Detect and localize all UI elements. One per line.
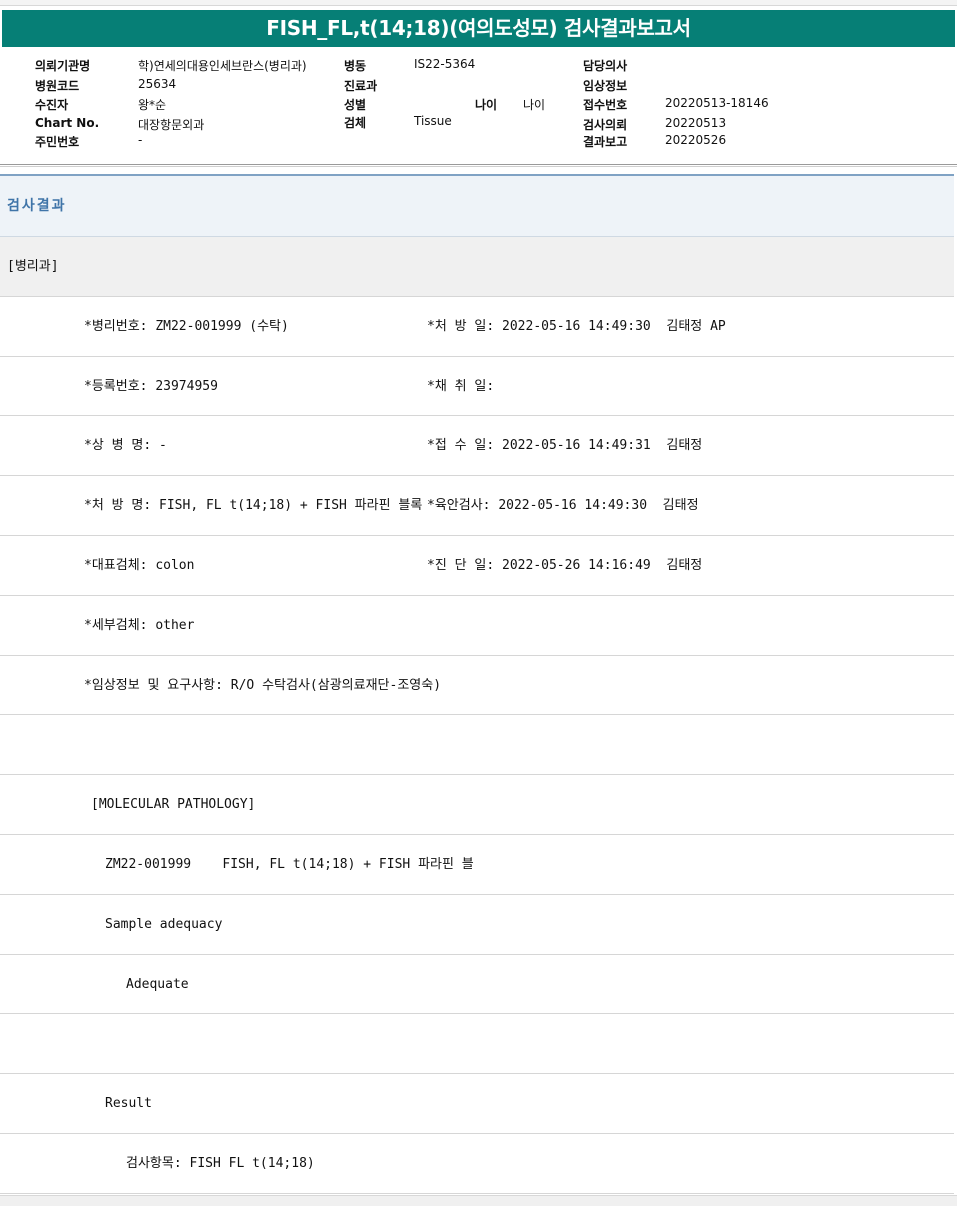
receipt-date: *접 수 일: 2022-05-16 14:49:31 김태정 bbox=[427, 438, 703, 454]
report-row: Result bbox=[0, 1074, 954, 1134]
prescribe-date: *처 방 일: 2022-05-16 14:49:30 김태정 AP bbox=[427, 318, 726, 334]
report-row: Sample adequacy bbox=[0, 895, 954, 955]
value-report-date: 20220526 bbox=[665, 133, 727, 147]
label-doctor: 담당의사 bbox=[583, 59, 628, 73]
diagnosis-name: *상 병 명: - bbox=[84, 438, 167, 454]
label-report-date: 결과보고 bbox=[583, 135, 628, 149]
report-row: ZM22-001999 FISH, FL t(14;18) + FISH 파라핀… bbox=[0, 835, 954, 895]
order-name: *처 방 명: FISH, FL t(14;18) + FISH 파라핀 블록 bbox=[84, 498, 423, 514]
test-item: 검사항목: FISH FL t(14;18) bbox=[126, 1155, 315, 1171]
value-specimen: Tissue bbox=[414, 114, 452, 128]
report-row: [병리과] bbox=[0, 237, 954, 297]
label-age: 나이 bbox=[475, 98, 498, 112]
patient-header: 의뢰기관명 병원코드 수진자 Chart No. 주민번호 학)연세의대용인세브… bbox=[0, 50, 957, 165]
value-hospital-code: 25634 bbox=[138, 77, 177, 91]
report-row: Adequate bbox=[0, 955, 954, 1015]
registration-number: *등록번호: 23974959 bbox=[84, 378, 218, 394]
label-ward: 병동 bbox=[344, 59, 367, 73]
sample-adequacy-label: Sample adequacy bbox=[105, 916, 223, 932]
sample-adequacy-value: Adequate bbox=[126, 976, 189, 992]
clinical-request: *임상정보 및 요구사항: R/O 수탁검사(삼광의료재단-조영숙) bbox=[84, 677, 442, 693]
department-heading: [병리과] bbox=[7, 259, 59, 274]
top-strip bbox=[0, 0, 957, 6]
report-row: *대표검체: colon *진 단 일: 2022-05-26 14:16:49… bbox=[0, 536, 954, 596]
value-resident-no: - bbox=[138, 133, 143, 147]
label-receipt-no: 접수번호 bbox=[583, 98, 628, 112]
report-row-empty bbox=[0, 715, 954, 776]
label-resident-no: 주민번호 bbox=[35, 135, 80, 149]
value-patient: 왕*순 bbox=[138, 98, 167, 112]
label-specimen: 검체 bbox=[344, 116, 367, 130]
report-row-empty bbox=[0, 1014, 954, 1075]
value-age: 나이 bbox=[523, 98, 546, 112]
diagnosis-date: *진 단 일: 2022-05-26 14:16:49 김태정 bbox=[427, 557, 703, 573]
report-row: *임상정보 및 요구사항: R/O 수탁검사(삼광의료재단-조영숙) bbox=[0, 656, 954, 716]
bottom-scroll-area bbox=[0, 1195, 957, 1206]
result-label: Result bbox=[105, 1096, 152, 1112]
report-row: *등록번호: 23974959 *채 취 일: bbox=[0, 357, 954, 417]
section-title: 검사결과 bbox=[0, 174, 954, 237]
label-clinical-info: 임상정보 bbox=[583, 79, 628, 93]
value-receipt-no: 20220513-18146 bbox=[665, 96, 769, 110]
report-row: *세부검체: other bbox=[0, 596, 954, 656]
report-row: 검사항목: FISH FL t(14;18) bbox=[0, 1134, 954, 1194]
main-specimen: *대표검체: colon bbox=[84, 557, 195, 573]
report-row: *병리번호: ZM22-001999 (수탁) *처 방 일: 2022-05-… bbox=[0, 297, 954, 357]
collect-date: *채 취 일: bbox=[427, 378, 495, 394]
gross-exam-date: *육안검사: 2022-05-16 14:49:30 김태정 bbox=[427, 498, 699, 514]
case-line: ZM22-001999 FISH, FL t(14;18) + FISH 파라핀… bbox=[105, 856, 474, 872]
header-divider bbox=[0, 164, 957, 167]
report-row: [MOLECULAR PATHOLOGY] bbox=[0, 775, 954, 835]
sub-specimen: *세부검체: other bbox=[84, 617, 195, 633]
label-hospital-code: 병원코드 bbox=[35, 79, 80, 93]
molecular-pathology-heading: [MOLECULAR PATHOLOGY] bbox=[91, 797, 256, 813]
value-request-date: 20220513 bbox=[665, 116, 727, 130]
value-ward: IS22-5364 bbox=[414, 57, 476, 71]
report-body: [병리과] *병리번호: ZM22-001999 (수탁) *처 방 일: 20… bbox=[0, 237, 954, 1194]
label-sex: 성별 bbox=[344, 98, 367, 112]
value-chart-no: 대장항문외과 bbox=[138, 118, 205, 132]
report-row: *처 방 명: FISH, FL t(14;18) + FISH 파라핀 블록 … bbox=[0, 476, 954, 536]
report-title: FISH_FL,t(14;18)(여의도성모) 검사결과보고서 bbox=[2, 10, 955, 47]
label-institution: 의뢰기관명 bbox=[35, 59, 91, 73]
label-department: 진료과 bbox=[344, 79, 378, 93]
pathology-number: *병리번호: ZM22-001999 (수탁) bbox=[84, 318, 289, 334]
label-chart-no: Chart No. bbox=[35, 116, 100, 130]
report-row: *상 병 명: - *접 수 일: 2022-05-16 14:49:31 김태… bbox=[0, 416, 954, 477]
label-request-date: 검사의뢰 bbox=[583, 118, 628, 132]
value-institution: 학)연세의대용인세브란스(병리과) bbox=[138, 59, 307, 73]
label-patient: 수진자 bbox=[35, 98, 69, 112]
